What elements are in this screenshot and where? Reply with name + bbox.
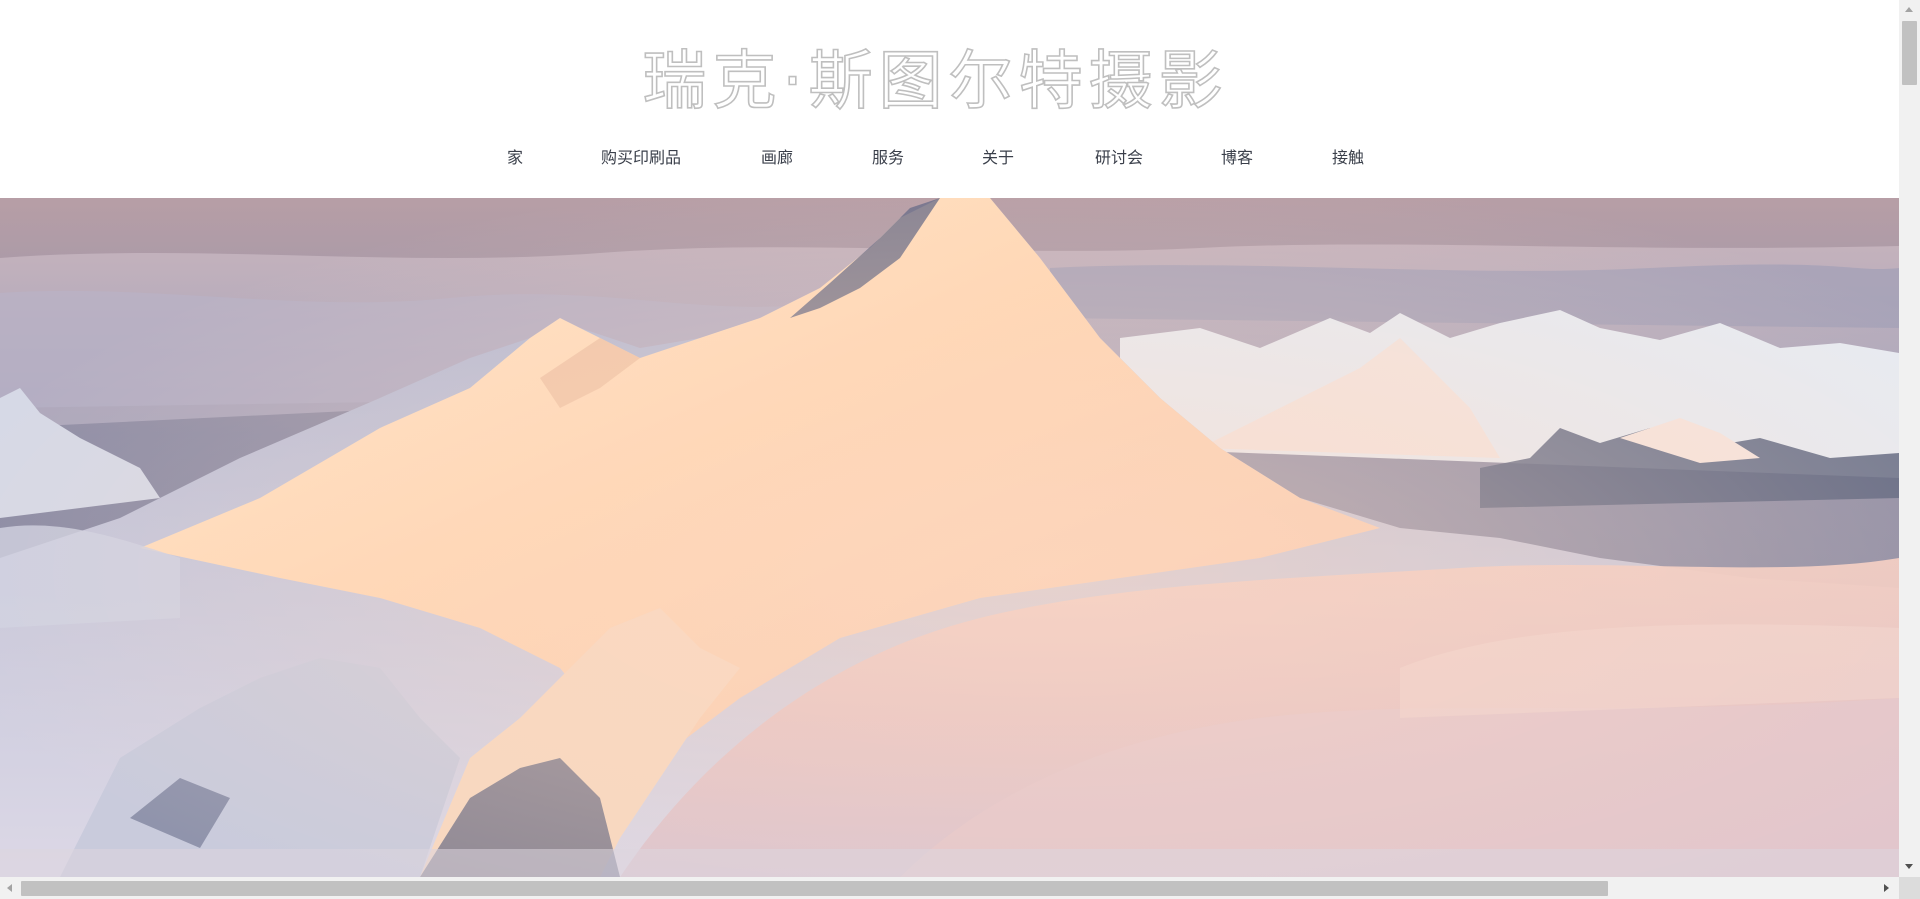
scrollbar-corner [1899,877,1920,899]
mountain-photo [0,198,1899,877]
vertical-scroll-thumb[interactable] [1902,21,1917,85]
nav-item-home[interactable]: 家 [507,146,523,170]
nav-item-contact[interactable]: 接触 [1332,146,1364,170]
site-title[interactable]: 瑞克·斯图尔特摄影 [0,42,1885,122]
main-nav: 家 购买印刷品 画廊 服务 关于 研讨会 博客 接触 [0,146,1899,170]
hero-image [0,198,1899,877]
vertical-scrollbar[interactable] [1899,0,1920,877]
nav-item-gallery[interactable]: 画廊 [761,146,793,170]
page-viewport: 瑞克·斯图尔特摄影 家 购买印刷品 画廊 服务 关于 研讨会 博客 接触 [0,0,1899,877]
horizontal-scroll-thumb[interactable] [21,881,1608,896]
hero-caption-band [0,849,1899,877]
nav-item-about[interactable]: 关于 [982,146,1014,170]
horizontal-scrollbar[interactable] [0,877,1899,899]
nav-item-blog[interactable]: 博客 [1221,146,1253,170]
nav-item-services[interactable]: 服务 [872,146,904,170]
scroll-right-icon[interactable] [1884,884,1889,892]
nav-item-buy-prints[interactable]: 购买印刷品 [601,146,681,170]
scroll-up-icon[interactable] [1905,7,1913,12]
scroll-down-icon[interactable] [1905,864,1913,869]
nav-item-workshops[interactable]: 研讨会 [1095,146,1143,170]
scroll-left-icon[interactable] [7,884,12,892]
site-header: 瑞克·斯图尔特摄影 家 购买印刷品 画廊 服务 关于 研讨会 博客 接触 [0,0,1899,198]
